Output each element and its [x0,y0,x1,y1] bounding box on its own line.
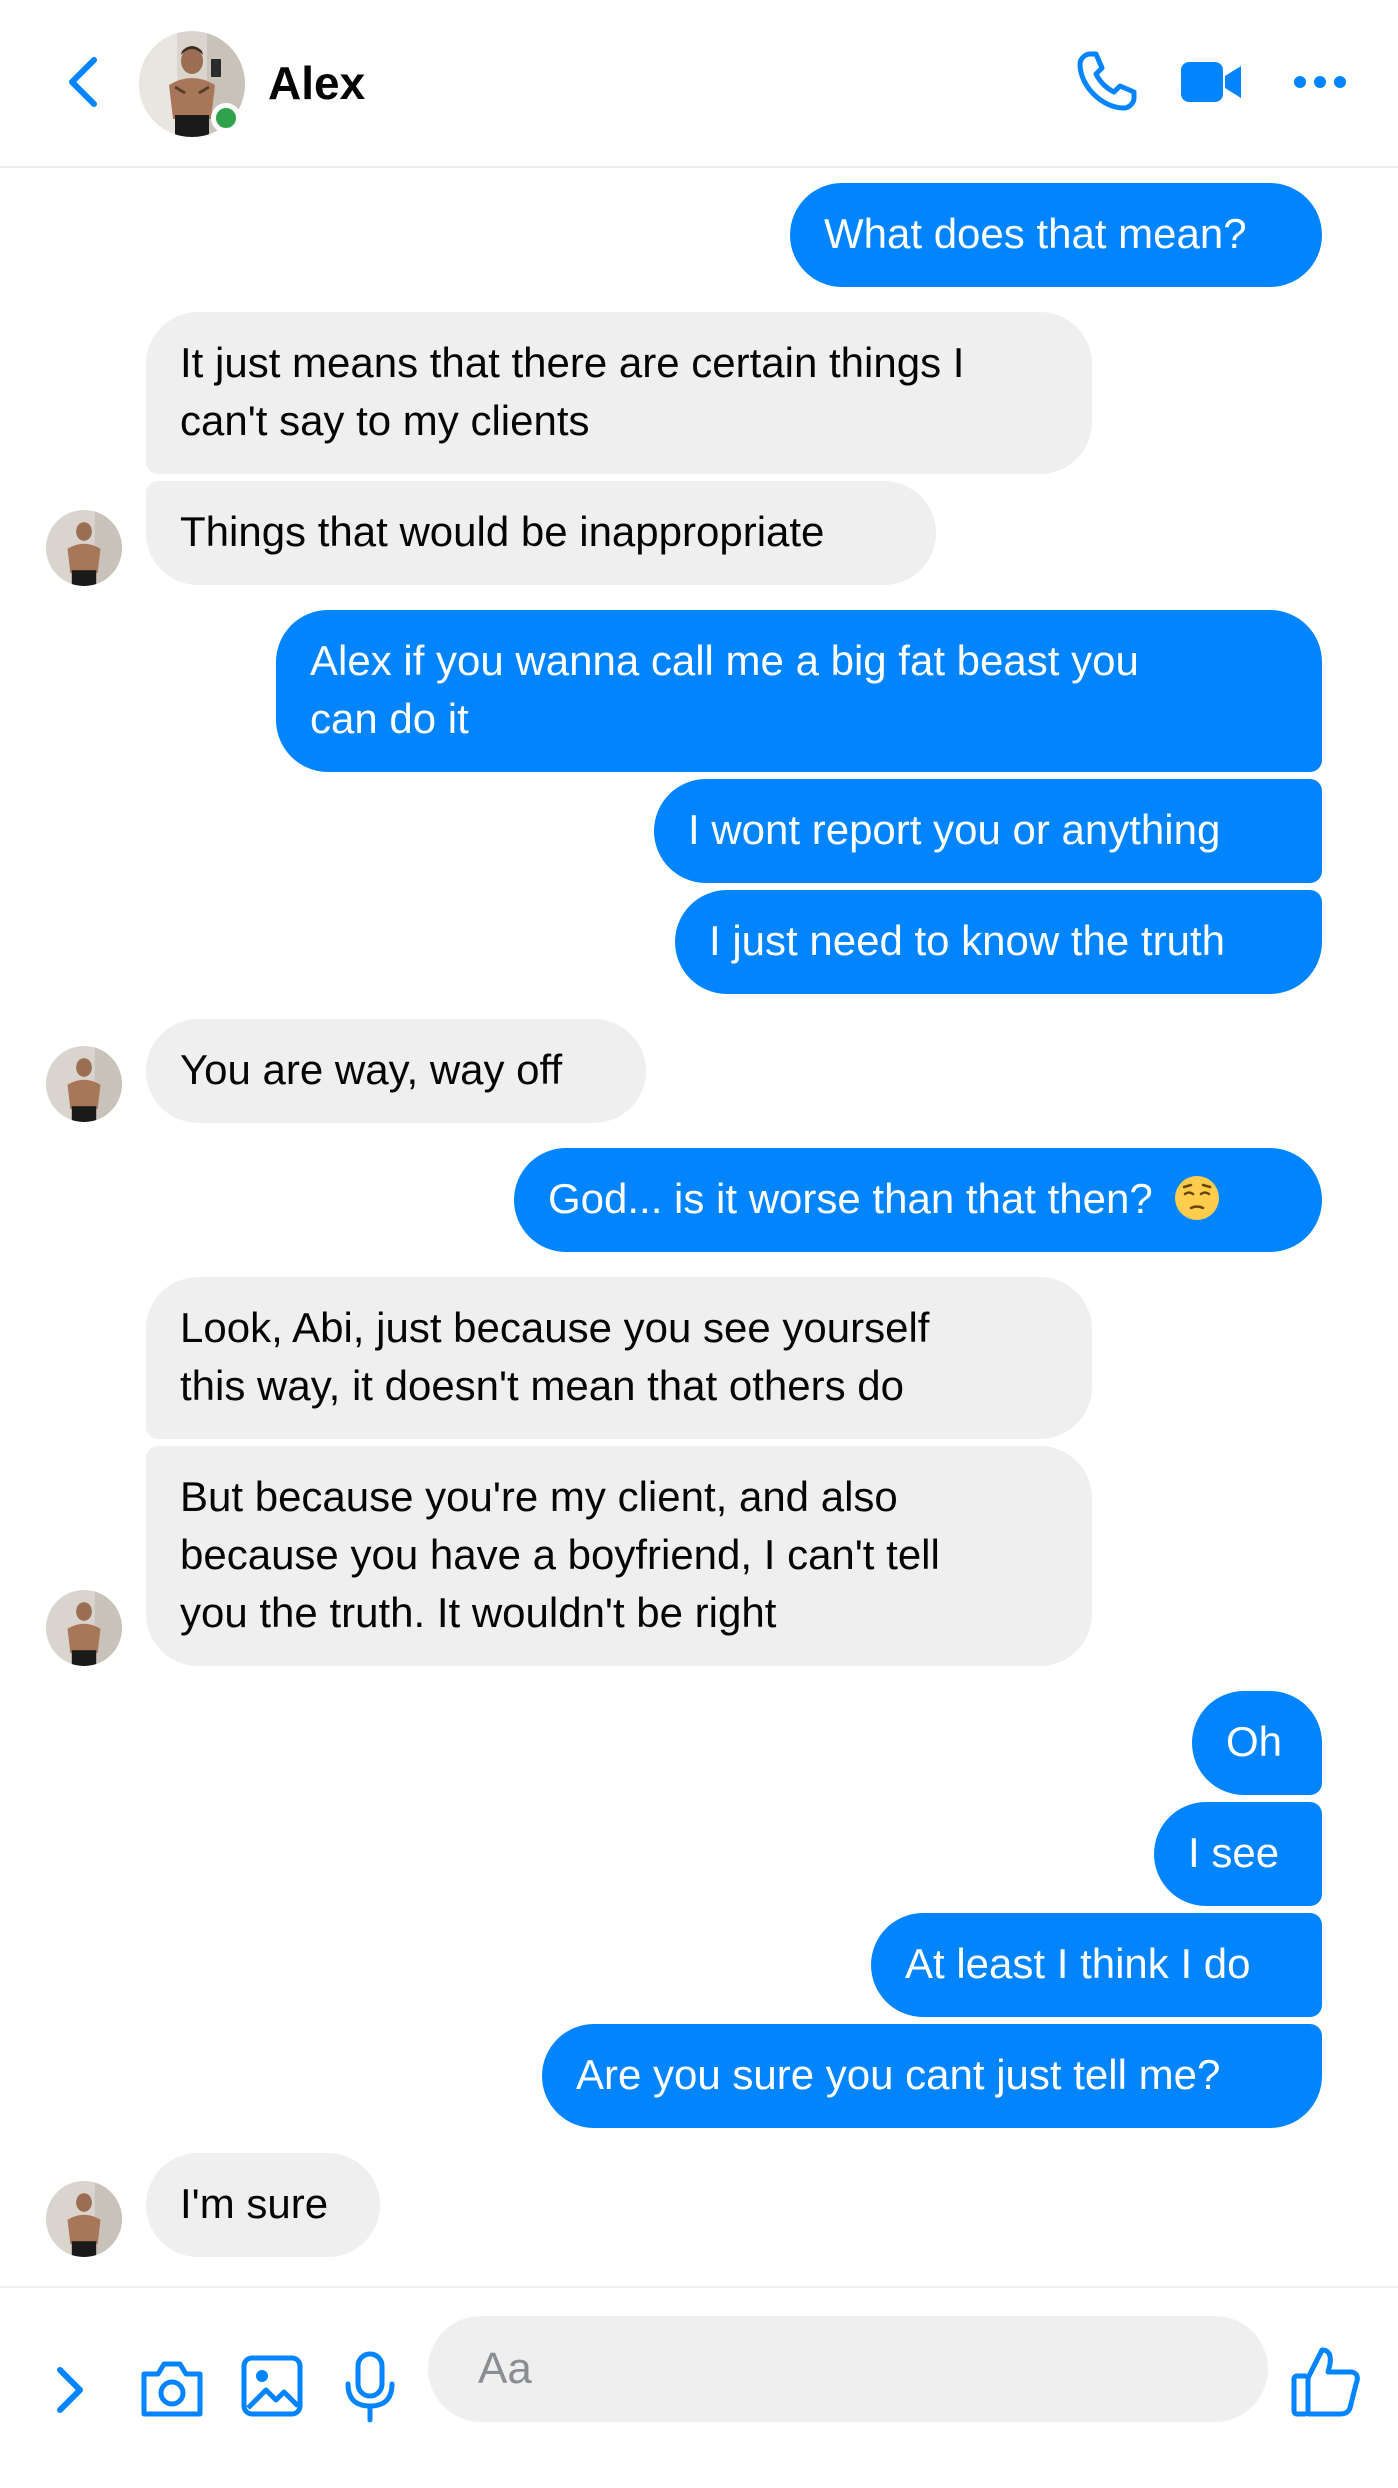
message-list[interactable]: What does that mean? It just means that … [0,166,1398,2286]
message-text: Things that would be inappropriate [180,508,825,555]
online-status-dot [211,103,241,133]
thumbs-up-icon [1291,2347,1360,2417]
message-text: At least I think I do [905,1940,1251,1987]
message-text: this way, it doesn't mean that others do [180,1362,904,1409]
message-input[interactable] [428,2316,1268,2422]
message-text: because you have a boyfriend, I can't te… [180,1531,940,1578]
chat-header: Alex [0,0,1398,168]
sender-avatar[interactable] [46,1590,122,1666]
message-text: Look, Abi, just because you see yourself [180,1304,930,1351]
message-text: can't say to my clients [180,397,590,444]
message-text: I just need to know the truth [709,917,1225,964]
contact-name[interactable]: Alex [268,56,365,110]
phone-icon [1077,51,1137,111]
message-sent[interactable]: God... is it worse than that then? [514,1148,1322,1252]
message-sent[interactable]: At least I think I do [871,1913,1322,2017]
message-sent[interactable]: I wont report you or anything [654,779,1322,883]
message-sent[interactable]: Oh [1192,1691,1322,1795]
expand-actions-button[interactable] [52,2362,90,2418]
pensive-face-emoji [1175,1176,1220,1220]
message-text: you the truth. It wouldn't be right [180,1589,777,1636]
more-options-button[interactable] [1293,72,1347,92]
message-received[interactable]: I'm sure [146,2153,380,2257]
message-received[interactable]: It just means that there are certain thi… [146,312,1092,474]
message-received[interactable]: But because you're my client, and also b… [146,1446,1092,1666]
composer-bar [0,2286,1398,2488]
voice-call-button[interactable] [1076,50,1138,112]
camera-icon [141,2361,203,2417]
message-text: Alex if you wanna call me a big fat beas… [310,637,1139,684]
message-sent[interactable]: Alex if you wanna call me a big fat beas… [276,610,1322,772]
sender-avatar[interactable] [46,1046,122,1122]
message-sent[interactable]: I see [1154,1802,1322,1906]
video-camera-icon [1181,62,1241,102]
message-text: Are you sure you cant just tell me? [576,2051,1221,2098]
message-text: But because you're my client, and also [180,1473,898,1520]
gallery-button[interactable] [240,2354,304,2418]
video-call-button[interactable] [1181,58,1243,106]
message-text: What does that mean? [824,210,1247,257]
message-sent[interactable]: What does that mean? [790,183,1322,287]
message-text: You are way, way off [180,1046,563,1093]
message-sent[interactable]: I just need to know the truth [675,890,1322,994]
more-horizontal-icon [1294,76,1346,88]
message-received[interactable]: Look, Abi, just because you see yourself… [146,1277,1092,1439]
message-text: Oh [1226,1718,1283,1765]
back-button[interactable] [56,52,112,112]
message-received[interactable]: Things that would be inappropriate [146,481,936,585]
sender-avatar[interactable] [46,2181,122,2257]
send-like-button[interactable] [1290,2344,1362,2418]
message-text: It just means that there are certain thi… [180,339,965,386]
back-chevron-icon [69,57,97,107]
message-sent[interactable]: Are you sure you cant just tell me? [542,2024,1322,2128]
message-text: I see [1188,1829,1280,1876]
voice-message-button[interactable] [344,2350,396,2424]
gallery-icon [241,2355,303,2417]
message-received[interactable]: You are way, way off [146,1019,646,1123]
camera-button[interactable] [138,2358,206,2420]
sender-avatar[interactable] [46,510,122,586]
message-text: I'm sure [180,2180,329,2227]
expand-chevron-icon [57,2367,83,2413]
message-text: I wont report you or anything [688,806,1221,853]
microphone-icon [345,2351,395,2423]
message-text: can do it [310,695,469,742]
message-text: God... is it worse than that then? [548,1175,1153,1222]
